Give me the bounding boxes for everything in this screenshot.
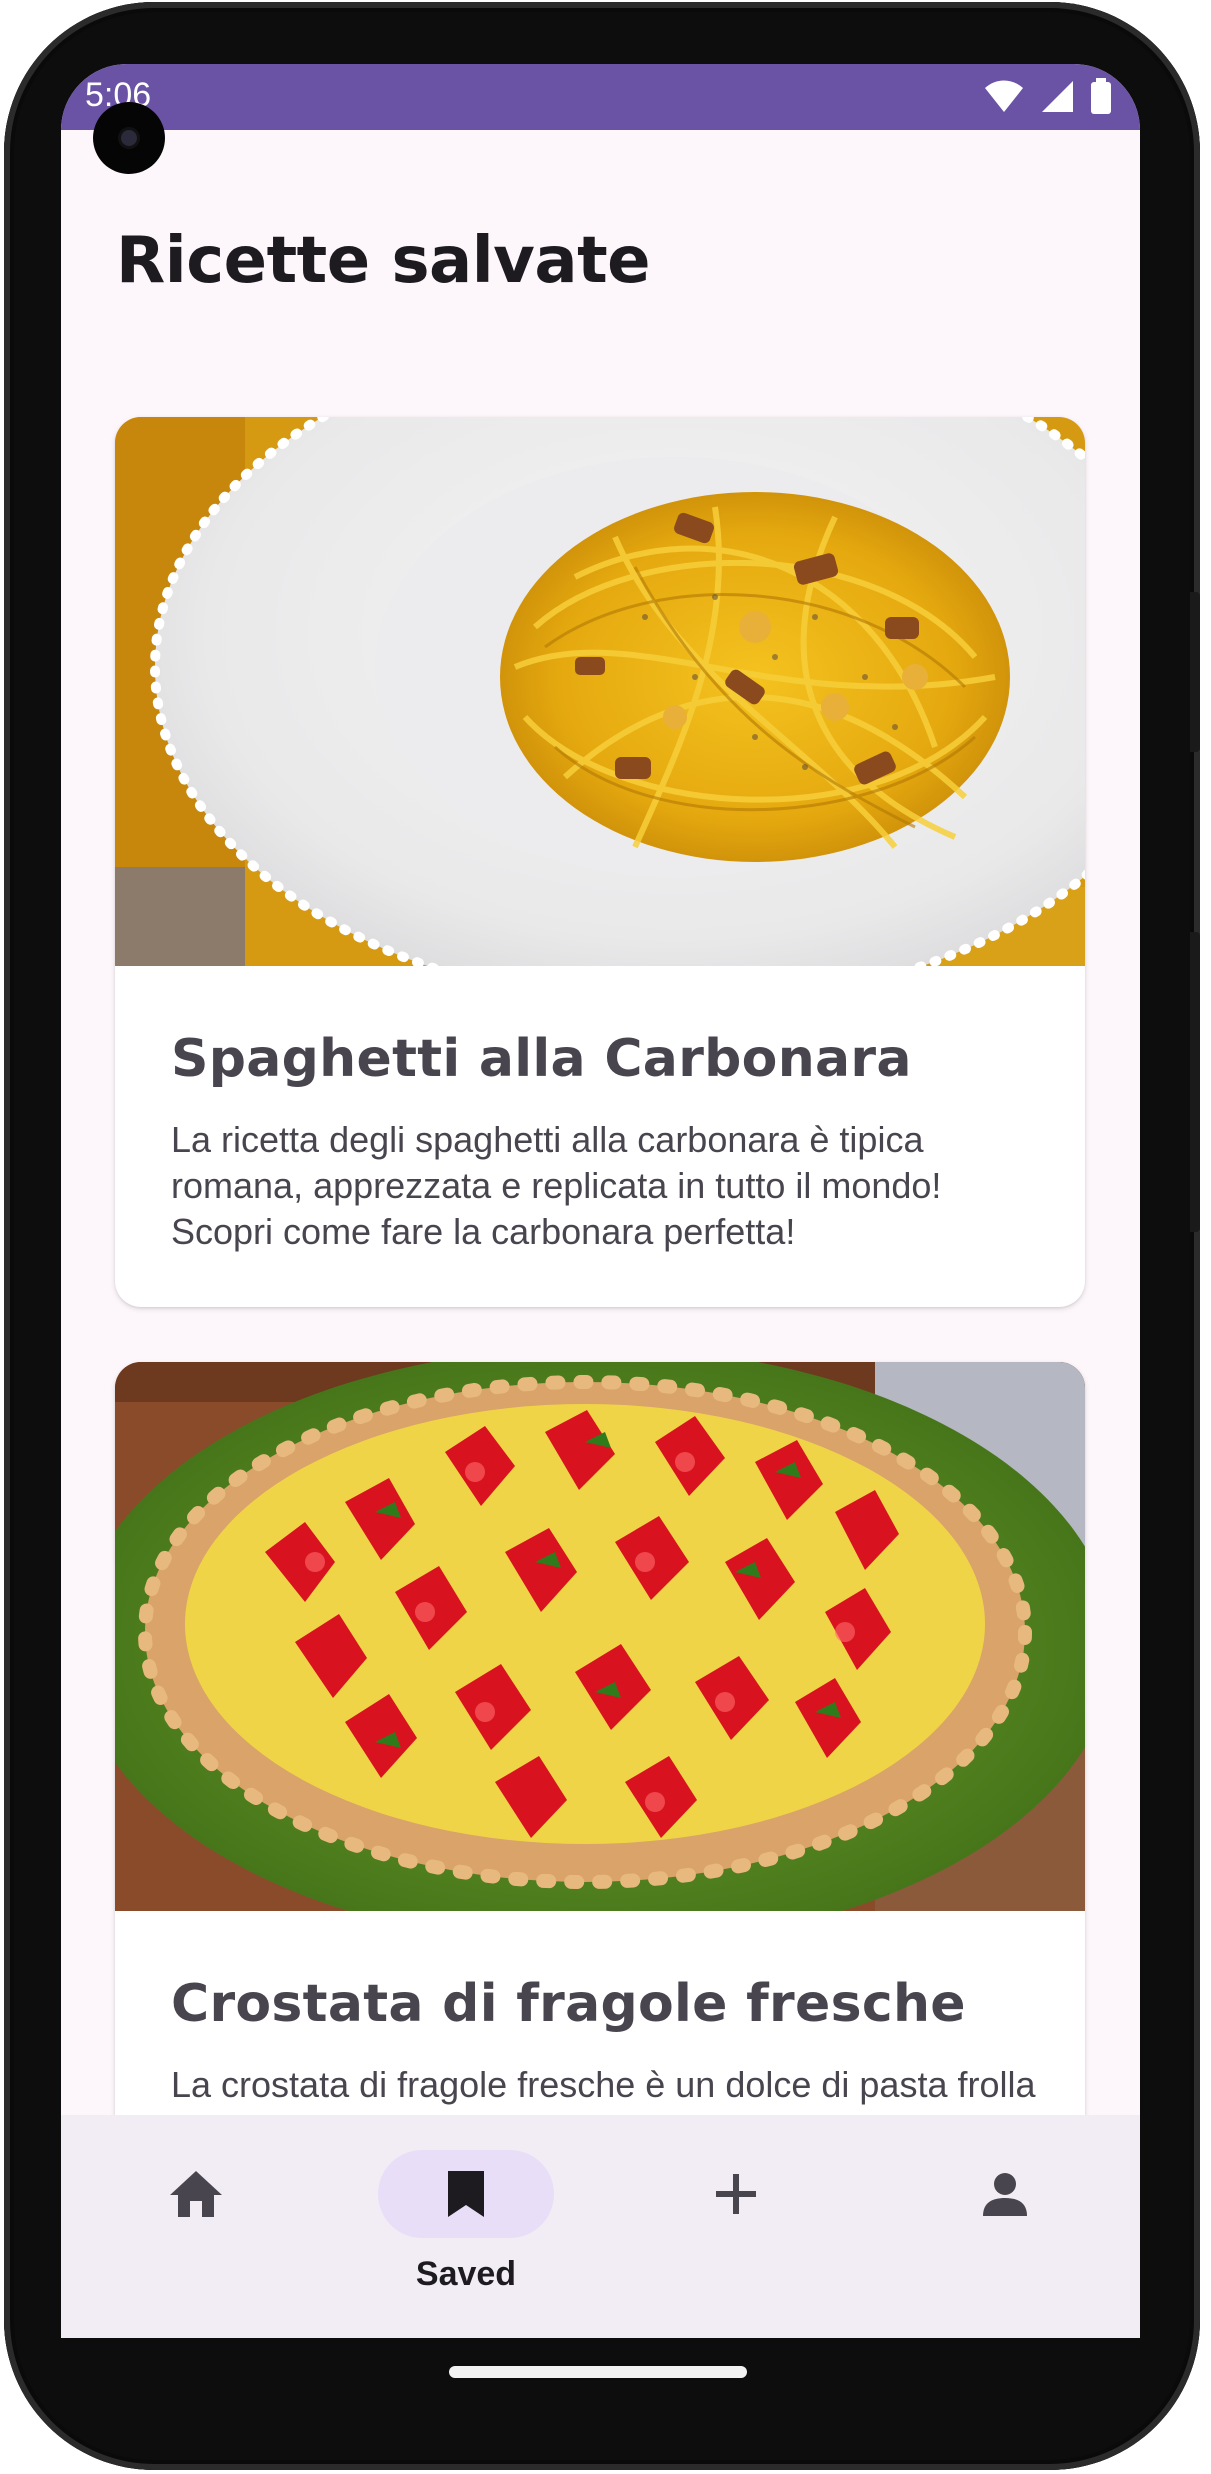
bottom-navigation: Saved (61, 2115, 1140, 2338)
carbonara-photo (115, 417, 1085, 966)
nav-item-profile[interactable] (870, 2115, 1140, 2338)
signal-icon (1042, 81, 1073, 112)
recipe-card[interactable]: Spaghetti alla Carbonara La ricetta degl… (115, 417, 1085, 1307)
status-icons (984, 78, 1112, 114)
bookmark-icon (448, 2171, 484, 2217)
recipe-title: Crostata di fragole fresche (171, 1974, 966, 2034)
gesture-home-bar[interactable] (449, 2366, 747, 2378)
nav-item-saved[interactable]: Saved (331, 2115, 601, 2338)
nav-indicator (917, 2150, 1093, 2238)
nav-item-home[interactable] (61, 2115, 331, 2338)
status-bar: 5:06 (61, 64, 1140, 130)
add-icon (716, 2174, 756, 2214)
power-button (1190, 932, 1200, 1232)
recipe-title: Spaghetti alla Carbonara (171, 1029, 912, 1089)
nav-label: Saved (415, 2255, 517, 2293)
nav-indicator (108, 2150, 284, 2238)
front-camera (93, 102, 165, 174)
nav-indicator (378, 2150, 554, 2238)
page-title: Ricette salvate (116, 224, 651, 298)
wifi-icon (985, 80, 1023, 112)
app-screen: 5:06 Ricette salvate Spaghetti alla Carb… (61, 64, 1140, 2338)
recipe-image-crostata (115, 1362, 1085, 1911)
home-icon (170, 2171, 222, 2217)
nav-item-add[interactable] (601, 2115, 871, 2338)
battery-icon (1091, 78, 1111, 114)
volume-button (1190, 592, 1200, 752)
strawberry-tart-photo (115, 1362, 1085, 1911)
recipe-description: La ricetta degli spaghetti alla carbonar… (171, 1119, 942, 1252)
nav-indicator (648, 2150, 824, 2238)
recipe-image-carbonara (115, 417, 1085, 966)
person-icon (983, 2173, 1027, 2216)
